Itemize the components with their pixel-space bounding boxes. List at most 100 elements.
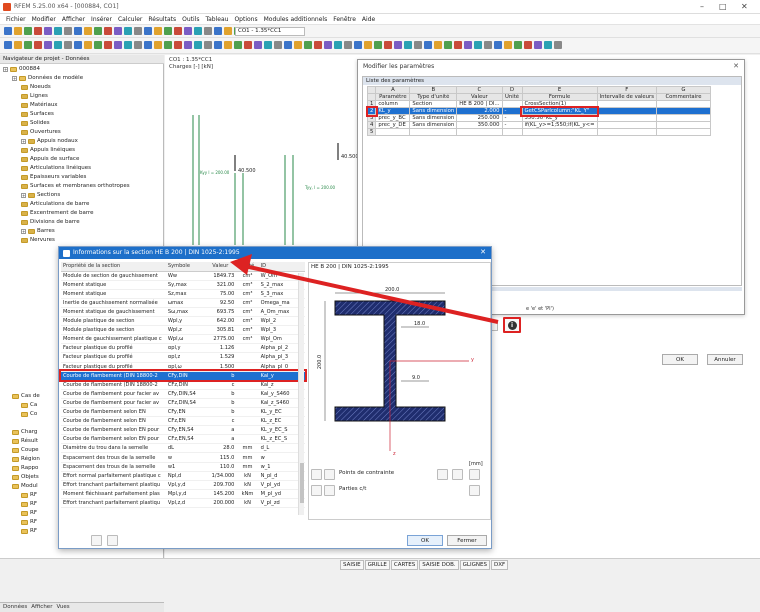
- tab-afficher[interactable]: Afficher: [31, 604, 52, 611]
- help-button[interactable]: [91, 535, 102, 546]
- close-button[interactable]: Fermer: [447, 535, 487, 546]
- zoom-button[interactable]: [469, 469, 480, 480]
- toolbar-icon[interactable]: [14, 41, 22, 49]
- navigator-item[interactable]: Ca: [21, 401, 37, 409]
- toolbar-icon[interactable]: [34, 41, 42, 49]
- parameter-cell[interactable]: [596, 100, 657, 108]
- section-property-row[interactable]: Courbe de flambement selon EN pour CFz,EN…: [61, 434, 305, 445]
- toolbar-icon[interactable]: [444, 41, 452, 49]
- scroll-thumb[interactable]: [300, 463, 304, 503]
- toolbar-icon[interactable]: [384, 41, 392, 49]
- parameter-cell[interactable]: [655, 114, 711, 122]
- navigator-item[interactable]: RF: [21, 500, 37, 508]
- navigator-item[interactable]: Appuis de surface: [21, 155, 79, 163]
- cancel-button[interactable]: Annuler: [707, 354, 743, 365]
- toolbar-icon[interactable]: [434, 41, 442, 49]
- parameter-cell[interactable]: [409, 128, 458, 136]
- parameter-cell[interactable]: 250.000: [456, 114, 503, 122]
- menu-item[interactable]: Fenêtre: [333, 16, 356, 23]
- toolbar-icon[interactable]: [64, 41, 72, 49]
- navigator-item[interactable]: Appuis linéiques: [21, 146, 75, 154]
- navigator-item[interactable]: Noeuds: [21, 83, 51, 91]
- section-property-row[interactable]: Courbe de flambement (DIN 18800-2 CFz,DIN…: [61, 380, 305, 390]
- toolbar-icon[interactable]: [114, 41, 122, 49]
- navigator-item[interactable]: RF: [21, 527, 37, 535]
- parameter-cell[interactable]: column: [375, 100, 411, 108]
- navigator-item[interactable]: Résult: [12, 437, 38, 445]
- section-property-row[interactable]: Moment de gauchissement plastique c Wpl,ω…: [61, 334, 305, 345]
- parameter-cell[interactable]: HE B 200 | DI...: [456, 100, 503, 108]
- ok-button[interactable]: OK: [407, 535, 443, 546]
- toolbar-icon[interactable]: [144, 41, 152, 49]
- navigator-item[interactable]: + Appuis nodaux: [21, 137, 78, 145]
- toolbar-icon[interactable]: [294, 41, 302, 49]
- toolbar-icon[interactable]: [54, 41, 62, 49]
- toolbar-icon[interactable]: [204, 41, 212, 49]
- parameter-cell[interactable]: 350.000: [456, 121, 503, 129]
- parameter-cell[interactable]: [655, 100, 711, 108]
- toolbar-icon[interactable]: [374, 41, 382, 49]
- toolbar-icon[interactable]: [84, 41, 92, 49]
- toolbar-icon[interactable]: [404, 41, 412, 49]
- section-property-row[interactable]: Espacement des trous de la semelle w1 110.…: [61, 462, 305, 472]
- section-property-row[interactable]: Moment statique Sz,max 75.00 cm³ S_3_max: [61, 289, 305, 299]
- section-property-row[interactable]: Courbe de flambement pour facier av CFy,D…: [61, 389, 305, 399]
- parameter-cell[interactable]: [501, 128, 523, 136]
- toolbar-icon[interactable]: [244, 41, 252, 49]
- toolbar-icon[interactable]: [164, 41, 172, 49]
- menu-item[interactable]: Résultats: [148, 16, 176, 23]
- parameter-cell[interactable]: -: [501, 114, 523, 122]
- toolbar-icon[interactable]: [214, 41, 222, 49]
- toolbar-icon[interactable]: [164, 27, 172, 35]
- section-property-row[interactable]: Module plastique de section Wpl,y 642.00 cm…: [61, 316, 305, 327]
- navigator-item[interactable]: RF: [21, 509, 37, 517]
- toolbar-icon[interactable]: [234, 41, 242, 49]
- status-toggle[interactable]: CARTES: [390, 560, 419, 570]
- toolbar-icon[interactable]: [264, 41, 272, 49]
- section-property-row[interactable]: Courbe de flambement selon EN pour CFy,EN…: [61, 425, 305, 436]
- section-property-row[interactable]: Moment fléchissant parfaitement plas Mpl,…: [61, 489, 305, 499]
- navigator-item[interactable]: RF: [21, 518, 37, 526]
- toolbar-icon[interactable]: [394, 41, 402, 49]
- toolbar-icon[interactable]: [354, 41, 362, 49]
- print-button[interactable]: [469, 485, 480, 496]
- toolbar-icon[interactable]: [334, 41, 342, 49]
- menu-item[interactable]: Aide: [362, 16, 375, 23]
- status-toggle[interactable]: GLIGNES: [459, 560, 490, 570]
- toolbar-icon[interactable]: [114, 27, 122, 35]
- parameter-cell[interactable]: [456, 128, 503, 136]
- toolbar-icon[interactable]: [94, 27, 102, 35]
- navigator-item[interactable]: Divisions de barre: [21, 218, 80, 226]
- load-combo-select[interactable]: CO1 - 1.35*CC1: [235, 27, 305, 36]
- toolbar-icon[interactable]: [34, 27, 42, 35]
- section-property-row[interactable]: Inertie de gauchissement normalisée ωmax 9…: [61, 298, 305, 308]
- parameter-cell[interactable]: prec_y_DE: [375, 121, 411, 129]
- parameter-cell[interactable]: [655, 107, 711, 115]
- parameter-cell[interactable]: 2.000: [456, 107, 503, 115]
- toolbar-icon[interactable]: [214, 27, 222, 35]
- navigator-item[interactable]: Cas de: [12, 392, 40, 400]
- menu-item[interactable]: Modifier: [32, 16, 56, 23]
- toolbar-icon[interactable]: [74, 41, 82, 49]
- toolbar-icon[interactable]: [344, 41, 352, 49]
- parameter-cell[interactable]: if(KL_y>=1;550;if(KL_y<=: [521, 121, 598, 129]
- status-toggle[interactable]: GRILLE: [364, 560, 390, 570]
- toolbar-icon[interactable]: [484, 41, 492, 49]
- toolbar-icon[interactable]: [154, 27, 162, 35]
- parameter-row[interactable]: 2 KL_y Sans dimension 2.000- GetCSParlcolumn…: [365, 105, 711, 117]
- section-property-row[interactable]: Moment statique de gauchissement Sω,max 69…: [61, 307, 305, 318]
- section-property-row[interactable]: Courbe de flambement selon EN CFy,EN b KL_y…: [61, 407, 305, 418]
- navigator-item[interactable]: RF: [21, 491, 37, 499]
- menu-item[interactable]: Fichier: [6, 16, 26, 23]
- toolbar-icon[interactable]: [514, 41, 522, 49]
- toolbar-icon[interactable]: [64, 27, 72, 35]
- toolbar-icon[interactable]: [144, 27, 152, 35]
- view-button-1[interactable]: [437, 469, 448, 480]
- navigator-item[interactable]: Solides: [21, 119, 50, 127]
- toolbar-icon[interactable]: [174, 41, 182, 49]
- toolbar-icon[interactable]: [24, 27, 32, 35]
- section-property-row[interactable]: Module de section de gauchissement Ww 1849…: [61, 271, 305, 281]
- ok-button[interactable]: OK: [662, 354, 698, 365]
- parameter-cell[interactable]: GetCSParlcolumn;"KL_Y": [520, 105, 600, 117]
- toolbar-icon[interactable]: [84, 27, 92, 35]
